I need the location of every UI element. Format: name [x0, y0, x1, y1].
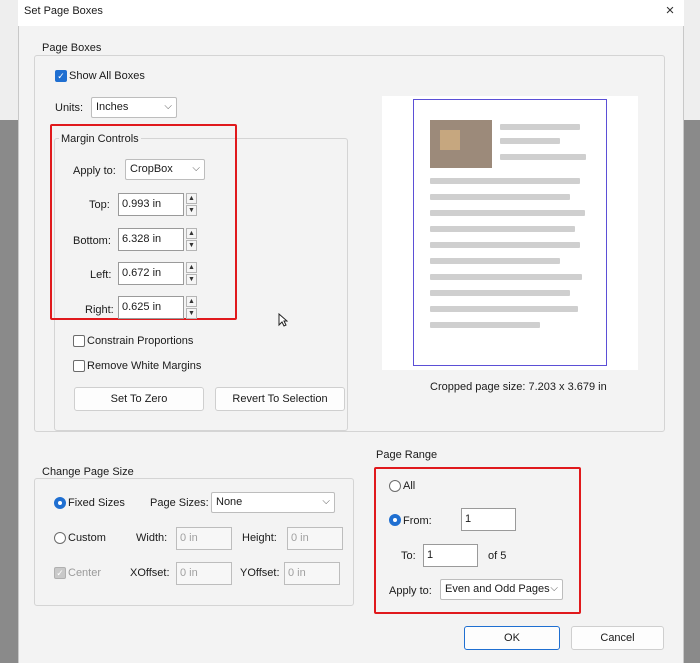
page-sizes-value: None: [216, 496, 243, 508]
spin-down-icon[interactable]: ▼: [186, 308, 197, 319]
right-margin-input[interactable]: 0.625 in: [118, 296, 184, 319]
thumbnail-text-line: [500, 124, 580, 130]
thumbnail-text-line: [430, 274, 582, 280]
thumbnail-text-line: [430, 210, 585, 216]
thumbnail-text-line: [430, 178, 580, 184]
show-all-boxes-checkbox[interactable]: ✓: [55, 70, 67, 82]
spin-up-icon[interactable]: ▲: [186, 228, 197, 239]
background-app-right-panel: [684, 120, 700, 663]
range-apply-to-value: Even and Odd Pages: [445, 583, 550, 595]
yoffset-label: YOffset:: [240, 567, 280, 579]
spin-up-icon[interactable]: ▲: [186, 262, 197, 273]
range-apply-to-select[interactable]: Even and Odd Pages ⌵: [440, 579, 563, 600]
top-margin-input[interactable]: 0.993 in: [118, 193, 184, 216]
width-label: Width:: [136, 532, 168, 544]
ok-button[interactable]: OK: [464, 626, 560, 650]
range-apply-to-label: Apply to:: [389, 585, 432, 597]
right-margin-stepper[interactable]: ▲ ▼: [186, 296, 197, 319]
all-pages-label: All: [403, 480, 416, 492]
close-icon[interactable]: ×: [662, 2, 678, 19]
top-label: Top:: [89, 199, 110, 211]
spin-up-icon[interactable]: ▲: [186, 296, 197, 307]
top-margin-stepper[interactable]: ▲ ▼: [186, 193, 197, 216]
custom-label: Custom: [68, 532, 106, 544]
all-pages-radio[interactable]: [389, 480, 401, 492]
yoffset-input[interactable]: 0 in: [284, 562, 340, 585]
to-label: To:: [401, 550, 416, 562]
thumbnail-text-line: [430, 194, 570, 200]
margin-controls-highlight: [50, 124, 237, 320]
fixed-sizes-label: Fixed Sizes: [68, 497, 125, 509]
chevron-down-icon: ⌵: [550, 583, 558, 594]
units-select[interactable]: Inches ⌵: [91, 97, 177, 118]
chevron-down-icon: ⌵: [192, 163, 200, 174]
page-boxes-legend: Page Boxes: [40, 42, 104, 54]
constrain-proportions-checkbox[interactable]: [73, 335, 85, 347]
thumbnail-text-line: [430, 226, 575, 232]
spin-down-icon[interactable]: ▼: [186, 240, 197, 251]
left-label: Left:: [90, 269, 112, 281]
bottom-margin-input[interactable]: 6.328 in: [118, 228, 184, 251]
left-margin-stepper[interactable]: ▲ ▼: [186, 262, 197, 285]
to-input[interactable]: 1: [423, 544, 478, 567]
from-label: From:: [403, 515, 432, 527]
spin-down-icon[interactable]: ▼: [186, 274, 197, 285]
center-checkbox[interactable]: ✓: [54, 567, 66, 579]
margin-apply-to-value: CropBox: [130, 163, 173, 175]
from-radio[interactable]: [389, 514, 401, 526]
background-app-left-panel: [0, 120, 20, 663]
margin-apply-to-label: Apply to:: [73, 165, 116, 177]
bottom-label: Bottom:: [73, 235, 111, 247]
thumbnail-text-line: [430, 242, 580, 248]
bottom-margin-stepper[interactable]: ▲ ▼: [186, 228, 197, 251]
change-page-size-legend: Change Page Size: [40, 466, 136, 478]
margin-controls-legend: Margin Controls: [59, 133, 141, 145]
height-input[interactable]: 0 in: [287, 527, 343, 550]
page-thumbnail: [430, 120, 590, 336]
page-sizes-label: Page Sizes:: [150, 497, 209, 509]
thumbnail-text-line: [430, 258, 560, 264]
show-all-boxes-label: Show All Boxes: [69, 70, 145, 82]
from-input[interactable]: 1: [461, 508, 516, 531]
thumbnail-text-line: [430, 290, 570, 296]
spin-down-icon[interactable]: ▼: [186, 205, 197, 216]
fixed-sizes-radio[interactable]: [54, 497, 66, 509]
xoffset-input[interactable]: 0 in: [176, 562, 232, 585]
dialog-title: Set Page Boxes: [24, 5, 103, 17]
dialog-titlebar: [18, 0, 684, 26]
of-pages-text: of 5: [488, 550, 507, 562]
spin-up-icon[interactable]: ▲: [186, 193, 197, 204]
thumbnail-photo-detail: [440, 130, 460, 150]
thumbnail-text-line: [430, 322, 540, 328]
page-range-legend: Page Range: [376, 449, 438, 461]
units-label: Units:: [55, 102, 84, 114]
remove-white-margins-label: Remove White Margins: [87, 360, 202, 372]
cancel-button[interactable]: Cancel: [571, 626, 664, 650]
center-label: Center: [68, 567, 102, 579]
width-input[interactable]: 0 in: [176, 527, 232, 550]
remove-white-margins-checkbox[interactable]: [73, 360, 85, 372]
height-label: Height:: [242, 532, 277, 544]
page-sizes-select[interactable]: None ⌵: [211, 492, 335, 513]
margin-apply-to-select[interactable]: CropBox ⌵: [125, 159, 205, 180]
chevron-down-icon: ⌵: [164, 101, 172, 112]
thumbnail-text-line: [500, 138, 560, 144]
units-select-value: Inches: [96, 101, 129, 113]
left-margin-input[interactable]: 0.672 in: [118, 262, 184, 285]
thumbnail-text-line: [430, 306, 578, 312]
xoffset-label: XOffset:: [130, 567, 170, 579]
mouse-cursor-icon: [278, 313, 288, 327]
set-to-zero-button[interactable]: Set To Zero: [74, 387, 204, 411]
custom-radio[interactable]: [54, 532, 66, 544]
revert-to-selection-button[interactable]: Revert To Selection: [215, 387, 345, 411]
thumbnail-text-line: [500, 154, 586, 160]
constrain-proportions-label: Constrain Proportions: [87, 335, 194, 347]
right-label: Right:: [85, 304, 114, 316]
chevron-down-icon: ⌵: [322, 496, 330, 507]
cropped-page-size-text: Cropped page size: 7.203 x 3.679 in: [430, 381, 607, 393]
